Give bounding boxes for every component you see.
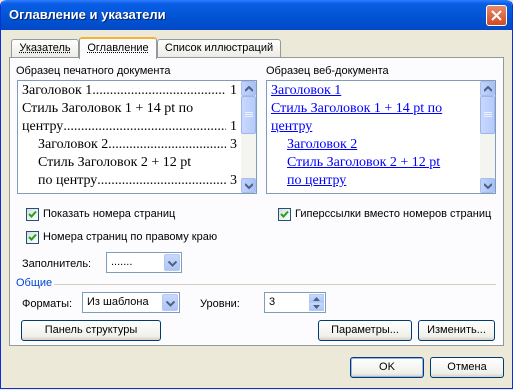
chevron-down-icon <box>168 261 177 267</box>
dot-leader: ........................................… <box>63 119 226 134</box>
formats-select[interactable]: Из шаблона <box>82 292 180 313</box>
arrow-up-icon <box>245 86 253 92</box>
dialog-title: Оглавление и указатели <box>9 7 166 22</box>
show-page-numbers-label[interactable]: Показать номера страниц <box>43 208 175 220</box>
print-preview-line: Заголовок 1 1............................… <box>22 83 237 99</box>
modify-button[interactable]: Изменить... <box>418 320 495 341</box>
web-preview-label: Образец веб-документа <box>266 65 389 77</box>
checkmark-icon <box>280 210 289 218</box>
dropdown-button[interactable] <box>162 294 178 311</box>
dot-leader: ........................................… <box>108 137 226 152</box>
print-preview-line: по центру 3..............................… <box>38 173 237 189</box>
right-align-label[interactable]: Номера страниц по правому краю <box>43 231 217 243</box>
arrow-down-icon <box>484 183 492 189</box>
levels-stepper[interactable]: 3 <box>264 292 326 313</box>
grip-icon <box>245 112 253 117</box>
scroll-thumb[interactable] <box>480 96 495 134</box>
print-preview-text: Стиль Заголовок 2 + 12 pt <box>38 155 192 170</box>
levels-value: 3 <box>269 296 276 308</box>
scroll-thumb[interactable] <box>241 96 256 134</box>
hyperlinks-checkbox[interactable] <box>278 208 291 221</box>
web-preview-link[interactable]: Стиль Заголовок 1 + 14 pt по <box>271 101 442 117</box>
web-preview-link[interactable]: Стиль Заголовок 2 + 12 pt <box>287 155 440 171</box>
scroll-down-button[interactable] <box>480 178 495 193</box>
scroll-down-button[interactable] <box>241 178 256 193</box>
ok-button[interactable]: OK <box>350 357 424 378</box>
scroll-up-button[interactable] <box>241 81 256 96</box>
tab-index[interactable]: Указатель <box>11 39 79 57</box>
dropdown-button[interactable] <box>164 254 180 271</box>
outline-toolbar-button[interactable]: Панель структуры <box>21 320 161 341</box>
close-icon <box>491 10 502 21</box>
tab-panel: Образец печатного документа Заголовок 1 1… <box>9 57 504 346</box>
levels-label: Уровни: <box>200 298 240 310</box>
print-preview-line: центру 1.................................… <box>22 119 237 135</box>
right-align-checkbox[interactable] <box>26 231 39 244</box>
grip-icon <box>484 112 492 117</box>
print-preview-text: Заголовок 1 <box>22 83 93 98</box>
dialog-window: Оглавление и указатели Указатель Оглавле… <box>0 0 513 389</box>
checkmark-icon <box>28 210 37 218</box>
arrow-up-icon <box>484 86 492 92</box>
general-group-label: Общие <box>16 277 53 289</box>
web-preview-link[interactable]: по центру <box>287 173 346 189</box>
options-button[interactable]: Параметры... <box>318 320 412 341</box>
print-preview-line: Заголовок 2 3............................… <box>38 137 237 153</box>
print-preview-page-number: 3 <box>230 173 237 188</box>
web-preview-scrollbar[interactable] <box>480 81 495 193</box>
formats-value: Из шаблона <box>87 296 149 308</box>
title-bar[interactable]: Оглавление и указатели <box>1 0 512 30</box>
tab-figures[interactable]: Список иллюстраций <box>157 39 281 57</box>
formats-label: Форматы: <box>22 298 73 310</box>
cancel-button[interactable]: Отмена <box>430 357 504 378</box>
scroll-up-button[interactable] <box>480 81 495 96</box>
print-preview-text: Заголовок 2 <box>38 137 109 152</box>
print-preview-page-number: 1 <box>230 83 237 98</box>
tab-contents[interactable]: Оглавление <box>79 37 157 59</box>
print-preview-line: Стиль Заголовок 1 + 14 pt по <box>22 101 237 117</box>
web-preview-link[interactable]: центру <box>271 119 312 135</box>
checkmark-icon <box>28 233 37 241</box>
group-divider <box>54 284 496 285</box>
print-preview-scrollbar[interactable] <box>241 81 256 193</box>
arrow-up-icon <box>313 297 320 301</box>
chevron-down-icon <box>166 301 175 307</box>
arrow-down-icon <box>245 183 253 189</box>
print-preview-text: Стиль Заголовок 1 + 14 pt по <box>22 101 194 116</box>
hyperlinks-label[interactable]: Гиперссылки вместо номеров страниц <box>295 208 491 220</box>
print-preview-page-number: 1 <box>230 119 237 134</box>
tab-leader-select[interactable]: ....... <box>106 252 182 273</box>
tab-leader-value: ....... <box>111 256 133 268</box>
print-preview-text: центру <box>22 119 64 134</box>
dot-leader: ........................................… <box>92 83 227 98</box>
print-preview-box: Заголовок 1 1............................… <box>17 80 257 194</box>
web-preview-link[interactable]: Заголовок 1 <box>271 83 341 99</box>
print-preview-line: Стиль Заголовок 2 + 12 pt <box>38 155 237 171</box>
show-page-numbers-checkbox[interactable] <box>26 208 39 221</box>
tab-leader-label: Заполнитель: <box>22 258 92 270</box>
web-preview-box: Заголовок 1 Стиль Заголовок 1 + 14 pt по ц… <box>266 80 496 194</box>
arrow-down-icon <box>313 305 320 309</box>
print-preview-text: по центру <box>38 173 98 188</box>
web-preview-link[interactable]: Заголовок 2 <box>287 137 357 153</box>
print-preview-label: Образец печатного документа <box>16 65 171 77</box>
close-button[interactable] <box>486 5 507 26</box>
dot-leader: ........................................… <box>97 173 227 188</box>
print-preview-page-number: 3 <box>230 137 237 152</box>
spin-down-button[interactable] <box>309 302 324 311</box>
